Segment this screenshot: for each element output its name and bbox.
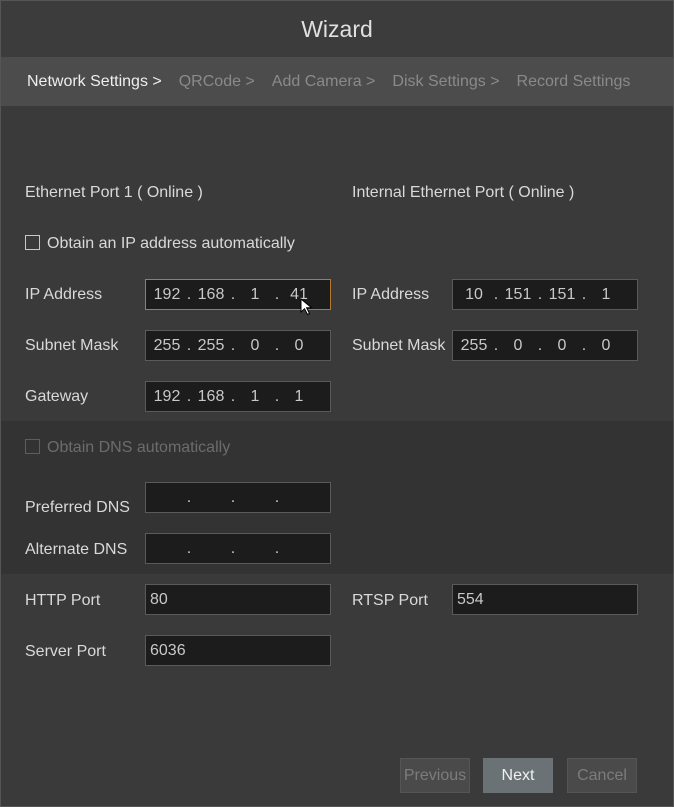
alternate-dns-field[interactable]: . . .	[145, 533, 331, 564]
subnet-mask-label: Subnet Mask	[25, 337, 119, 354]
gateway-octet-4[interactable]: 1	[282, 388, 316, 406]
internal-mask-octet-4[interactable]: 0	[589, 337, 623, 355]
gateway-label: Gateway	[25, 388, 89, 405]
ip-octet-2[interactable]: 168	[194, 286, 228, 304]
previous-button[interactable]: Previous	[400, 758, 470, 793]
gateway-field[interactable]: 192. 168. 1. 1	[145, 381, 331, 412]
server-port-input[interactable]: 6036	[145, 635, 331, 666]
wizard-window: Wizard Network Settings > QRCode > Add C…	[0, 0, 674, 807]
step-disk-settings[interactable]: Disk Settings >	[392, 73, 499, 91]
window-title: Wizard	[1, 1, 673, 57]
internal-ip-field[interactable]: 10. 151. 151. 1	[452, 279, 638, 310]
internal-ip-octet-4[interactable]: 1	[589, 286, 623, 304]
ip-octet-3[interactable]: 1	[238, 286, 272, 304]
mouse-cursor-icon	[300, 298, 313, 316]
ip-address-label: IP Address	[25, 286, 103, 303]
internal-port-title: Internal Ethernet Port ( Online )	[352, 184, 575, 201]
step-record-settings[interactable]: Record Settings	[517, 73, 631, 91]
internal-mask-octet-1[interactable]: 255	[457, 337, 491, 355]
preferred-dns-label: Preferred DNS	[25, 499, 130, 516]
rtsp-port-label: RTSP Port	[352, 592, 428, 609]
http-port-label: HTTP Port	[25, 592, 101, 609]
internal-mask-octet-3[interactable]: 0	[545, 337, 579, 355]
step-qrcode[interactable]: QRCode >	[179, 73, 255, 91]
internal-subnet-mask-label: Subnet Mask	[352, 337, 446, 354]
auto-ip-label: Obtain an IP address automatically	[47, 235, 295, 252]
next-button[interactable]: Next	[483, 758, 553, 793]
auto-dns-label: Obtain DNS automatically	[47, 439, 231, 456]
mask-octet-1[interactable]: 255	[150, 337, 184, 355]
mask-octet-3[interactable]: 0	[238, 337, 272, 355]
cancel-button[interactable]: Cancel	[567, 758, 637, 793]
rtsp-port-input[interactable]: 554	[452, 584, 638, 615]
mask-octet-4[interactable]: 0	[282, 337, 316, 355]
step-network-settings[interactable]: Network Settings >	[27, 73, 162, 91]
subnet-mask-field[interactable]: 255. 255. 0. 0	[145, 330, 331, 361]
wizard-steps: Network Settings > QRCode > Add Camera >…	[1, 57, 673, 106]
auto-ip-checkbox[interactable]	[25, 235, 40, 250]
mask-octet-2[interactable]: 255	[194, 337, 228, 355]
internal-ip-label: IP Address	[352, 286, 430, 303]
internal-ip-octet-3[interactable]: 151	[545, 286, 579, 304]
http-port-input[interactable]: 80	[145, 584, 331, 615]
internal-mask-octet-2[interactable]: 0	[501, 337, 535, 355]
ip-octet-1[interactable]: 192	[150, 286, 184, 304]
server-port-label: Server Port	[25, 643, 106, 660]
auto-dns-checkbox[interactable]	[25, 439, 40, 454]
step-add-camera[interactable]: Add Camera >	[272, 73, 376, 91]
gateway-octet-1[interactable]: 192	[150, 388, 184, 406]
gateway-octet-2[interactable]: 168	[194, 388, 228, 406]
alternate-dns-label: Alternate DNS	[25, 541, 128, 558]
internal-ip-octet-2[interactable]: 151	[501, 286, 535, 304]
internal-ip-octet-1[interactable]: 10	[457, 286, 491, 304]
internal-subnet-mask-field[interactable]: 255. 0. 0. 0	[452, 330, 638, 361]
preferred-dns-field[interactable]: . . .	[145, 482, 331, 513]
ethernet-port-1-title: Ethernet Port 1 ( Online )	[25, 184, 203, 201]
gateway-octet-3[interactable]: 1	[238, 388, 272, 406]
